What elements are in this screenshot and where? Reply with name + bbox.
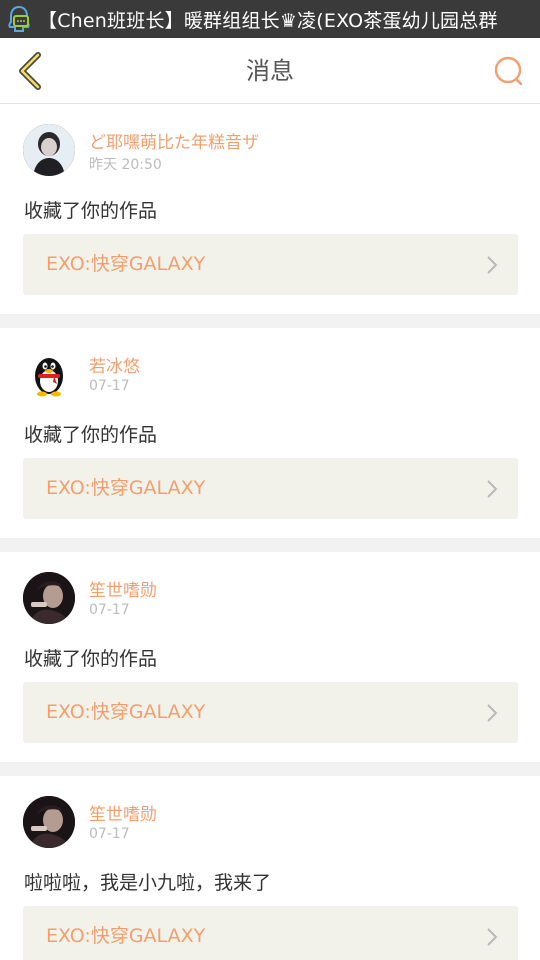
user-name[interactable]: ど耶嘿萌比た年糕音ザ xyxy=(89,128,259,153)
message-time: 07-17 xyxy=(89,826,130,842)
search-button[interactable] xyxy=(488,50,530,92)
avatar[interactable] xyxy=(23,572,75,624)
work-link[interactable]: EXO:快穿GALAXY xyxy=(23,682,518,743)
message-text: 收藏了你的作品 xyxy=(24,424,158,446)
work-link[interactable]: EXO:快穿GALAXY xyxy=(23,458,518,519)
chevron-right-icon xyxy=(487,928,498,946)
message-text: 收藏了你的作品 xyxy=(24,200,158,222)
user-name[interactable]: 若冰悠 xyxy=(89,352,140,377)
message-time: 07-17 xyxy=(89,378,130,394)
avatar[interactable] xyxy=(23,348,75,400)
app-header: 消息 xyxy=(0,38,540,104)
divider xyxy=(0,538,540,552)
qq-notification-icon xyxy=(0,0,38,38)
message-list: ど耶嘿萌比た年糕音ザ 昨天 20:50 收藏了你的作品 EXO:快穿GALAXY xyxy=(0,104,540,960)
message-card: ど耶嘿萌比た年糕音ザ 昨天 20:50 收藏了你的作品 EXO:快穿GALAXY xyxy=(0,104,540,314)
work-title: EXO:快穿GALAXY xyxy=(46,253,206,275)
work-link[interactable]: EXO:快穿GALAXY xyxy=(23,234,518,295)
status-bar: 【Chen班班长】暖群组组长♛凌(EXO茶蛋幼儿园总群 xyxy=(0,0,540,38)
message-card: 若冰悠 07-17 收藏了你的作品 EXO:快穿GALAXY xyxy=(0,328,540,538)
work-title: EXO:快穿GALAXY xyxy=(46,477,206,499)
avatar[interactable] xyxy=(23,796,75,848)
page-title: 消息 xyxy=(246,57,294,85)
avatar[interactable] xyxy=(23,124,75,176)
user-name[interactable]: 笙世嗜勋 xyxy=(89,576,157,601)
message-card: 笙世嗜勋 07-17 啦啦啦，我是小九啦，我来了 EXO:快穿GALAXY xyxy=(0,776,540,960)
chevron-right-icon xyxy=(487,704,498,722)
chevron-right-icon xyxy=(487,256,498,274)
qq-penguin-icon xyxy=(35,358,63,397)
message-text: 收藏了你的作品 xyxy=(24,648,158,670)
user-name[interactable]: 笙世嗜勋 xyxy=(89,800,157,825)
work-title: EXO:快穿GALAXY xyxy=(46,701,206,723)
work-link[interactable]: EXO:快穿GALAXY xyxy=(23,906,518,960)
chevron-right-icon xyxy=(487,480,498,498)
divider xyxy=(0,762,540,776)
notification-text: 【Chen班班长】暖群组组长♛凌(EXO茶蛋幼儿园总群 xyxy=(38,9,498,32)
work-title: EXO:快穿GALAXY xyxy=(46,925,206,947)
message-card: 笙世嗜勋 07-17 收藏了你的作品 EXO:快穿GALAXY xyxy=(0,552,540,762)
message-time: 昨天 20:50 xyxy=(89,157,162,173)
divider xyxy=(0,314,540,328)
message-time: 07-17 xyxy=(89,602,130,618)
message-text: 啦啦啦，我是小九啦，我来了 xyxy=(24,872,272,894)
search-icon xyxy=(494,56,523,86)
